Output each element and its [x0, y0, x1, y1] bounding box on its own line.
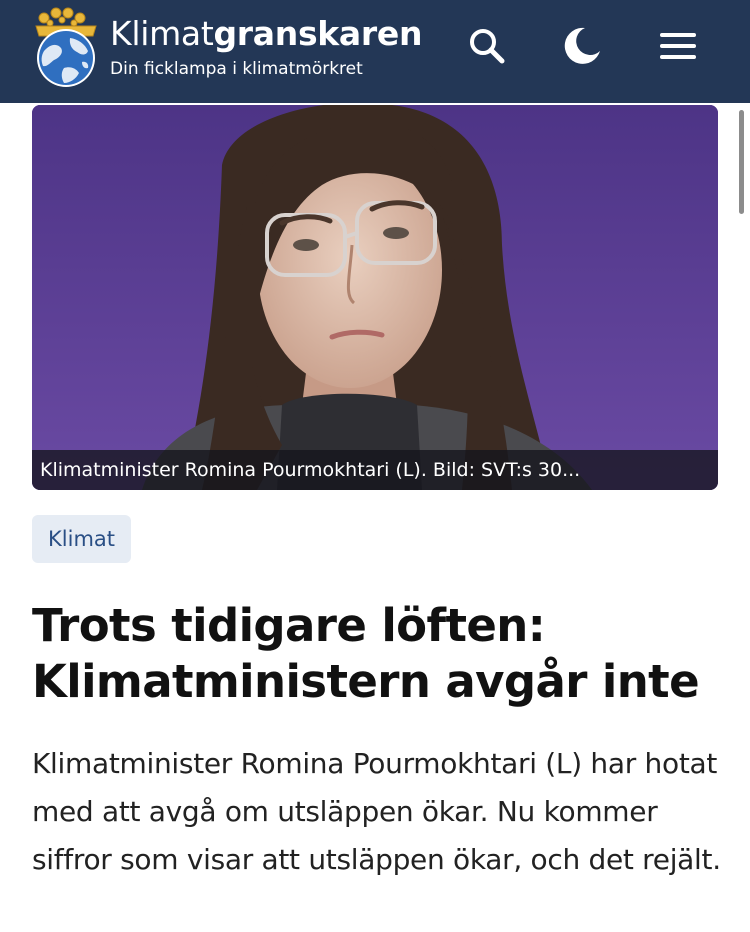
- menu-button[interactable]: [652, 20, 704, 72]
- globe-crown-logo[interactable]: [30, 6, 102, 88]
- image-caption: Klimatminister Romina Pourmokhtari (L). …: [32, 450, 718, 490]
- hamburger-menu-icon: [660, 33, 696, 59]
- search-icon: [470, 29, 505, 64]
- site-tagline: Din ficklampa i klimatmörkret: [110, 59, 363, 79]
- dark-mode-toggle[interactable]: [556, 20, 608, 72]
- article-headline: Trots tidigare löften: Klimatministern a…: [32, 599, 700, 708]
- site-header: Klimatgranskaren Din ficklampa i klimatm…: [0, 0, 750, 103]
- moon-icon: [564, 27, 600, 64]
- category-tag[interactable]: Klimat: [32, 515, 131, 563]
- search-button[interactable]: [461, 20, 513, 72]
- portrait-photo: [32, 105, 718, 490]
- site-title: Klimatgranskaren: [110, 14, 422, 54]
- site-title-light: Klimat: [110, 14, 214, 53]
- article-lead: Klimatminister Romina Pourmokhtari (L) h…: [32, 747, 721, 876]
- article-image[interactable]: Klimatminister Romina Pourmokhtari (L). …: [32, 105, 718, 490]
- site-brand[interactable]: Klimatgranskaren Din ficklampa i klimatm…: [110, 14, 422, 80]
- scrollbar[interactable]: [739, 110, 744, 214]
- site-title-bold: granskaren: [213, 14, 423, 53]
